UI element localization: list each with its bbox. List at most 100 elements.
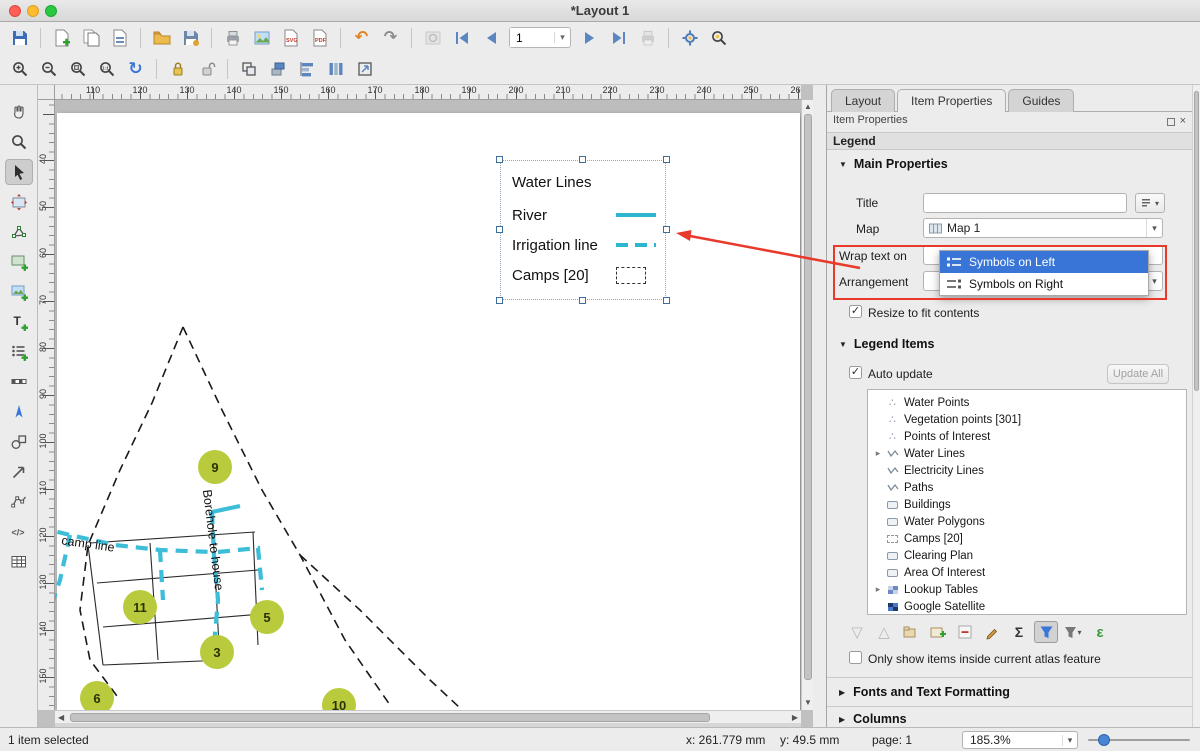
main-properties-section[interactable]: ▼ Main Properties [839,157,948,171]
option-symbols-on-right[interactable]: Symbols on Right [940,273,1148,295]
scroll-right-icon[interactable]: ▶ [792,714,798,722]
resize-handle[interactable] [496,297,503,304]
zoom-in-button[interactable] [6,56,33,82]
legend-tree-item[interactable]: Clearing Plan [868,547,1186,564]
resize-handle[interactable] [663,226,670,233]
add-picture-tool[interactable] [5,279,33,305]
refresh-view-button[interactable] [705,25,732,51]
zoom-actual-size-button[interactable]: 1:1 [93,56,120,82]
add-arrow-tool[interactable] [5,459,33,485]
scroll-thumb[interactable] [804,114,812,680]
expander-icon[interactable]: ▸ [872,584,884,595]
resize-handle[interactable] [579,297,586,304]
scroll-thumb[interactable] [70,713,710,722]
move-item-up-button[interactable]: △ [872,621,896,643]
scroll-left-icon[interactable]: ◀ [58,714,64,722]
add-attribute-table-tool[interactable] [5,549,33,575]
resize-items-button[interactable] [351,56,378,82]
data-defined-override-button[interactable]: ▾ [1135,193,1165,213]
layout-manager-button[interactable] [106,25,133,51]
tab-guides[interactable]: Guides [1008,89,1074,112]
unlock-all-items-button[interactable] [193,56,220,82]
page-number-input[interactable] [510,28,554,47]
atlas-settings-button[interactable] [676,25,703,51]
raise-items-button[interactable] [264,56,291,82]
resize-handle[interactable] [663,297,670,304]
add-legend-tool[interactable] [5,339,33,365]
add-node-item-tool[interactable] [5,489,33,515]
minimize-window-button[interactable] [27,5,39,17]
zoom-tool[interactable] [5,129,33,155]
add-item-button[interactable] [926,621,950,643]
legend-tree-item[interactable]: Vegetation points [301] [868,411,1186,428]
close-window-button[interactable] [9,5,21,17]
distribute-items-button[interactable] [322,56,349,82]
add-scalebar-tool[interactable] [5,369,33,395]
filter-by-atlas-button[interactable]: ε [1088,621,1112,643]
count-features-button[interactable]: Σ [1007,621,1031,643]
save-layout-as-button[interactable] [177,25,204,51]
atlas-next-feature-button[interactable] [576,25,603,51]
edit-nodes-item-tool[interactable] [5,219,33,245]
update-all-button[interactable]: Update All [1107,364,1169,384]
columns-section[interactable]: ▶ Columns [839,712,907,726]
legend-title-input[interactable] [923,193,1127,213]
export-image-button[interactable] [248,25,275,51]
auto-update-checkbox[interactable]: ✓ [849,366,862,379]
resize-handle[interactable] [496,156,503,163]
fonts-section[interactable]: ▶ Fonts and Text Formatting [839,685,1010,699]
filter-expression-button[interactable]: ▾ [1061,621,1085,643]
add-map-tool[interactable] [5,249,33,275]
legend-item-on-canvas[interactable]: Water Lines River Irrigation line Camps … [500,160,666,300]
option-symbols-on-left[interactable]: Symbols on Left [940,251,1148,273]
layout-viewport[interactable]: 9 11 5 3 6 10 Borehole to house camp lin… [55,100,801,710]
tab-layout[interactable]: Layout [831,89,895,112]
scroll-thumb[interactable] [1194,91,1199,391]
legend-tree-item[interactable]: Points of Interest [868,428,1186,445]
add-group-button[interactable] [899,621,923,643]
add-html-tool[interactable]: </> [5,519,33,545]
pan-tool[interactable] [5,99,33,125]
scroll-up-icon[interactable]: ▲ [804,103,812,111]
canvas-horizontal-scrollbar[interactable]: ◀ ▶ [55,710,801,723]
page-field-chevron-icon[interactable]: ▾ [554,32,570,43]
align-items-button[interactable] [293,56,320,82]
legend-tree-item[interactable]: Electricity Lines [868,462,1186,479]
legend-tree-item[interactable]: Area Of Interest [868,564,1186,581]
open-project-button[interactable] [148,25,175,51]
remove-item-button[interactable] [953,621,977,643]
lock-items-button[interactable] [164,56,191,82]
legend-tree-item[interactable]: Water Polygons [868,513,1186,530]
move-item-down-button[interactable]: ▽ [845,621,869,643]
resize-handle[interactable] [579,156,586,163]
export-atlas-button[interactable] [634,25,661,51]
resize-handle[interactable] [663,156,670,163]
detach-panel-icon[interactable] [1167,118,1175,126]
tab-item-properties[interactable]: Item Properties [897,89,1006,112]
legend-tree-item[interactable]: Buildings [868,496,1186,513]
resize-handle[interactable] [496,226,503,233]
add-north-arrow-tool[interactable] [5,399,33,425]
save-project-button[interactable] [6,25,33,51]
legend-tree-item[interactable]: ▸Water Lines [868,445,1186,462]
atlas-first-feature-button[interactable] [448,25,475,51]
undo-button[interactable]: ↶ [348,25,375,51]
export-pdf-button[interactable]: PDF [306,25,333,51]
refresh-layout-button[interactable]: ↻ [122,56,149,82]
legend-items-tree[interactable]: Water Points Vegetation points [301] Poi… [867,389,1187,615]
duplicate-layout-button[interactable] [77,25,104,51]
legend-tree-item[interactable]: Camps [20] [868,530,1186,547]
canvas-vertical-scrollbar[interactable]: ▲ ▼ [801,100,813,710]
resize-to-fit-checkbox[interactable]: ✓ [849,305,862,318]
legend-tree-item[interactable]: Water Points [868,394,1186,411]
edit-item-button[interactable] [980,621,1004,643]
zoom-slider[interactable] [1088,731,1190,749]
preview-atlas-button[interactable] [419,25,446,51]
panel-scrollbar[interactable] [1192,85,1200,727]
legend-tree-item[interactable]: Google Satellite [868,598,1186,615]
atlas-previous-feature-button[interactable] [477,25,504,51]
legend-tree-item[interactable]: ▸Lookup Tables [868,581,1186,598]
add-shape-tool[interactable] [5,429,33,455]
new-layout-button[interactable] [48,25,75,51]
move-item-content-tool[interactable] [5,189,33,215]
